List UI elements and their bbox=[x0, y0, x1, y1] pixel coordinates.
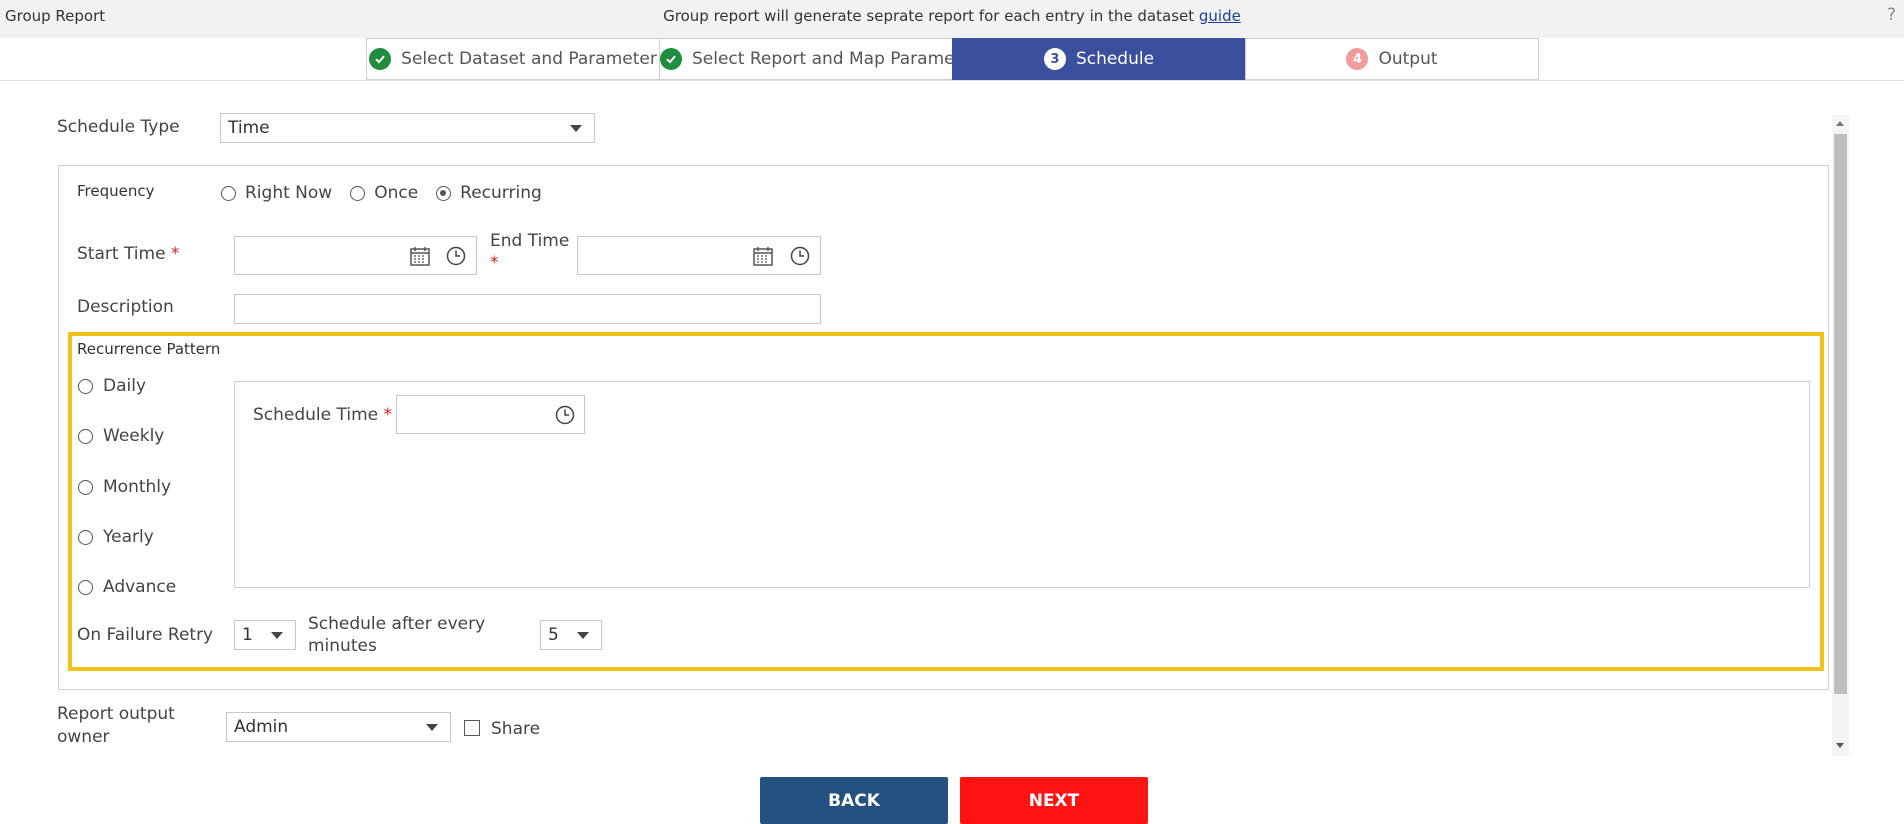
wizard-steps: Select Dataset and Parameter Select Repo… bbox=[366, 38, 1539, 80]
scroll-down-icon[interactable] bbox=[1836, 743, 1844, 748]
step-schedule[interactable]: 3 Schedule bbox=[952, 38, 1246, 80]
share-checkbox[interactable] bbox=[464, 720, 480, 736]
start-time-input[interactable] bbox=[234, 236, 477, 275]
step-output[interactable]: 4 Output bbox=[1245, 38, 1539, 80]
frequency-label: Frequency bbox=[77, 182, 155, 200]
info-text: Group report will generate seprate repor… bbox=[0, 7, 1904, 25]
clock-icon[interactable] bbox=[446, 246, 466, 266]
scroll-up-icon[interactable] bbox=[1836, 121, 1844, 126]
step-label: Select Dataset and Parameter bbox=[401, 49, 657, 69]
schedule-after-label-line1: Schedule after every bbox=[308, 614, 486, 634]
radio-label: Right Now bbox=[245, 183, 333, 203]
radio-weekly[interactable] bbox=[78, 428, 93, 444]
frequency-options: Right Now Once Recurring bbox=[221, 183, 542, 203]
schedule-type-select[interactable]: Time bbox=[220, 113, 595, 143]
radio-advance[interactable] bbox=[78, 579, 93, 595]
check-circle-icon bbox=[660, 48, 682, 70]
step-select-report[interactable]: Select Report and Map Parameter bbox=[659, 38, 953, 80]
calendar-icon[interactable] bbox=[409, 245, 431, 267]
end-time-label: End Time bbox=[490, 231, 570, 251]
schedule-after-label-line2: minutes bbox=[308, 636, 377, 656]
description-input[interactable] bbox=[234, 294, 821, 324]
step-label: Select Report and Map Parameter bbox=[692, 49, 953, 69]
description-label: Description bbox=[77, 297, 174, 317]
clock-icon[interactable] bbox=[555, 405, 575, 425]
on-failure-retry-label: On Failure Retry bbox=[77, 625, 214, 645]
report-owner-select[interactable]: Admin bbox=[226, 712, 451, 742]
step-select-dataset[interactable]: Select Dataset and Parameter bbox=[366, 38, 660, 80]
clock-icon[interactable] bbox=[790, 246, 810, 266]
schedule-time-input[interactable] bbox=[396, 395, 585, 434]
calendar-icon[interactable] bbox=[752, 245, 774, 267]
recurrence-option-monthly[interactable]: Monthly bbox=[78, 477, 171, 497]
step-label: Schedule bbox=[1075, 49, 1155, 69]
caret-down-icon bbox=[426, 724, 438, 731]
scrollbar-thumb[interactable] bbox=[1834, 134, 1847, 694]
step-number-badge: 3 bbox=[1043, 48, 1066, 70]
header-divider bbox=[0, 80, 1904, 81]
radio-monthly[interactable] bbox=[78, 479, 93, 495]
radio-daily[interactable] bbox=[78, 378, 93, 394]
schedule-time-label: Schedule Time * bbox=[253, 405, 393, 425]
next-button[interactable]: NEXT bbox=[960, 777, 1148, 824]
caret-down-icon bbox=[570, 125, 582, 132]
caret-down-icon bbox=[271, 632, 283, 639]
radio-label: Daily bbox=[103, 376, 147, 396]
recurrence-option-yearly[interactable]: Yearly bbox=[78, 527, 154, 547]
share-label: Share bbox=[491, 719, 541, 739]
schedule-type-value: Time bbox=[228, 118, 270, 138]
retry-minutes-select[interactable]: 5 bbox=[540, 620, 602, 650]
check-circle-icon bbox=[369, 48, 392, 70]
step-number-badge: 4 bbox=[1346, 48, 1369, 70]
retry-count-value: 1 bbox=[242, 625, 253, 645]
radio-right-now[interactable] bbox=[221, 185, 236, 201]
caret-down-icon bbox=[577, 632, 589, 639]
schedule-type-label: Schedule Type bbox=[57, 117, 180, 137]
help-icon[interactable]: ? bbox=[1887, 5, 1896, 25]
recurrence-option-weekly[interactable]: Weekly bbox=[78, 426, 164, 446]
top-bar: Group Report Group report will generate … bbox=[0, 0, 1904, 38]
start-time-label: Start Time * bbox=[77, 244, 180, 264]
radio-label: Once bbox=[374, 183, 419, 203]
end-time-required-mark: * bbox=[490, 253, 499, 273]
retry-minutes-value: 5 bbox=[548, 625, 559, 645]
info-message: Group report will generate seprate repor… bbox=[663, 7, 1199, 25]
radio-label: Monthly bbox=[103, 477, 172, 497]
radio-label: Yearly bbox=[103, 527, 154, 547]
radio-recurring[interactable] bbox=[436, 185, 452, 201]
radio-label: Advance bbox=[103, 577, 177, 597]
back-button[interactable]: BACK bbox=[760, 777, 948, 824]
report-owner-value: Admin bbox=[234, 717, 289, 737]
guide-link[interactable]: guide bbox=[1199, 7, 1241, 25]
recurrence-option-advance[interactable]: Advance bbox=[78, 577, 176, 597]
radio-yearly[interactable] bbox=[78, 529, 93, 545]
report-owner-label-line2: owner bbox=[57, 727, 110, 747]
recurrence-pattern-title: Recurrence Pattern bbox=[77, 340, 221, 358]
retry-count-select[interactable]: 1 bbox=[234, 620, 296, 650]
report-owner-label-line1: Report output bbox=[57, 704, 175, 724]
end-time-input[interactable] bbox=[577, 236, 821, 275]
recurrence-option-daily[interactable]: Daily bbox=[78, 376, 146, 396]
step-label: Output bbox=[1378, 49, 1438, 69]
radio-label: Recurring bbox=[460, 183, 542, 203]
radio-label: Weekly bbox=[103, 426, 165, 446]
radio-once[interactable] bbox=[350, 185, 366, 201]
